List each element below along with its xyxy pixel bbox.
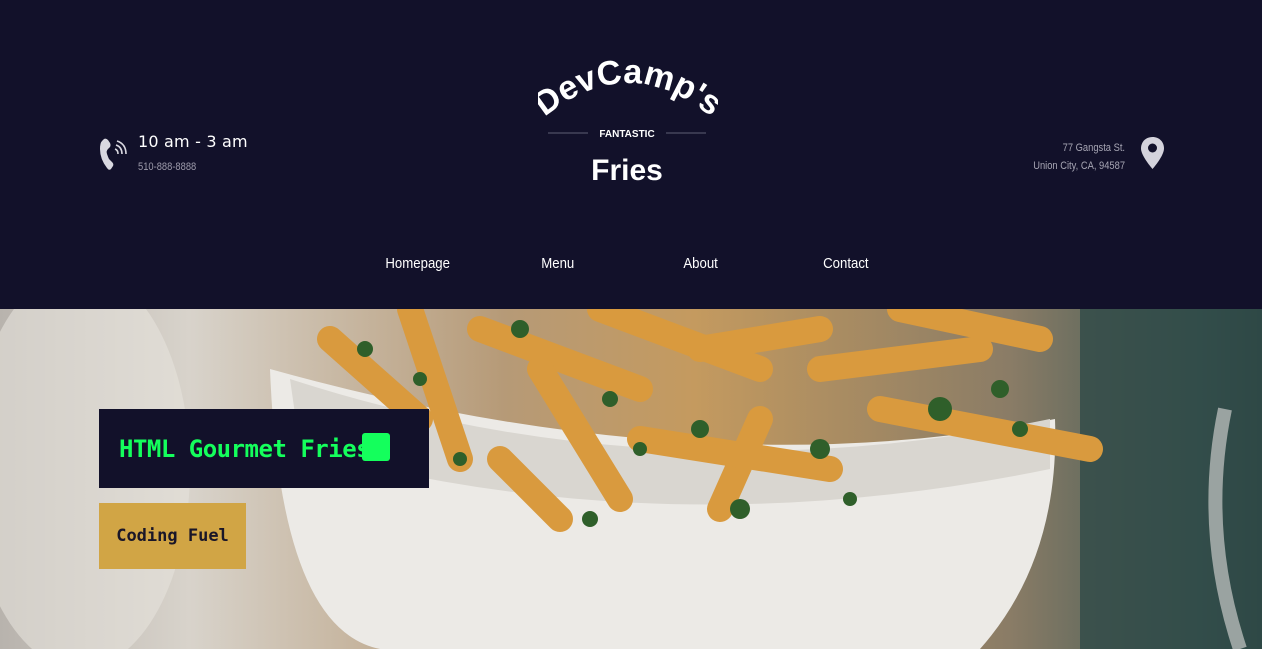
logo[interactable]: DevCamp's FANTASTIC Fries (538, 58, 718, 190)
main-nav: Homepage Menu About Contact (0, 255, 1262, 275)
address-line-1: 77 Gangsta St. (1062, 142, 1125, 154)
site-header: 10 am - 3 am 510-888-8888 DevCamp's FANT… (0, 0, 1262, 309)
address: 77 Gangsta St. Union City, CA, 94587 (1033, 139, 1125, 175)
hero-title-box: HTML Gourmet Fries (99, 409, 429, 488)
svg-text:DevCamp's: DevCamp's (538, 58, 718, 123)
hero-title: HTML Gourmet Fries (119, 435, 371, 463)
phone-icon (100, 138, 127, 170)
contact-text: 10 am - 3 am 510-888-8888 (138, 132, 248, 174)
nav-homepage[interactable]: Homepage (385, 255, 450, 272)
nav-about[interactable]: About (683, 255, 717, 272)
svg-text:FANTASTIC: FANTASTIC (599, 129, 654, 140)
svg-text:Fries: Fries (591, 154, 663, 187)
phone-number[interactable]: 510-888-8888 (138, 161, 231, 173)
nav-contact[interactable]: Contact (823, 255, 868, 272)
nav-menu[interactable]: Menu (541, 255, 574, 272)
contact-info: 10 am - 3 am 510-888-8888 (99, 133, 248, 173)
hours-text: 10 am - 3 am (138, 132, 248, 151)
coding-fuel-button[interactable]: Coding Fuel (99, 503, 246, 569)
address-line-2: Union City, CA, 94587 (1033, 160, 1125, 172)
cursor-block (362, 433, 390, 461)
map-pin-icon[interactable] (1140, 136, 1165, 170)
